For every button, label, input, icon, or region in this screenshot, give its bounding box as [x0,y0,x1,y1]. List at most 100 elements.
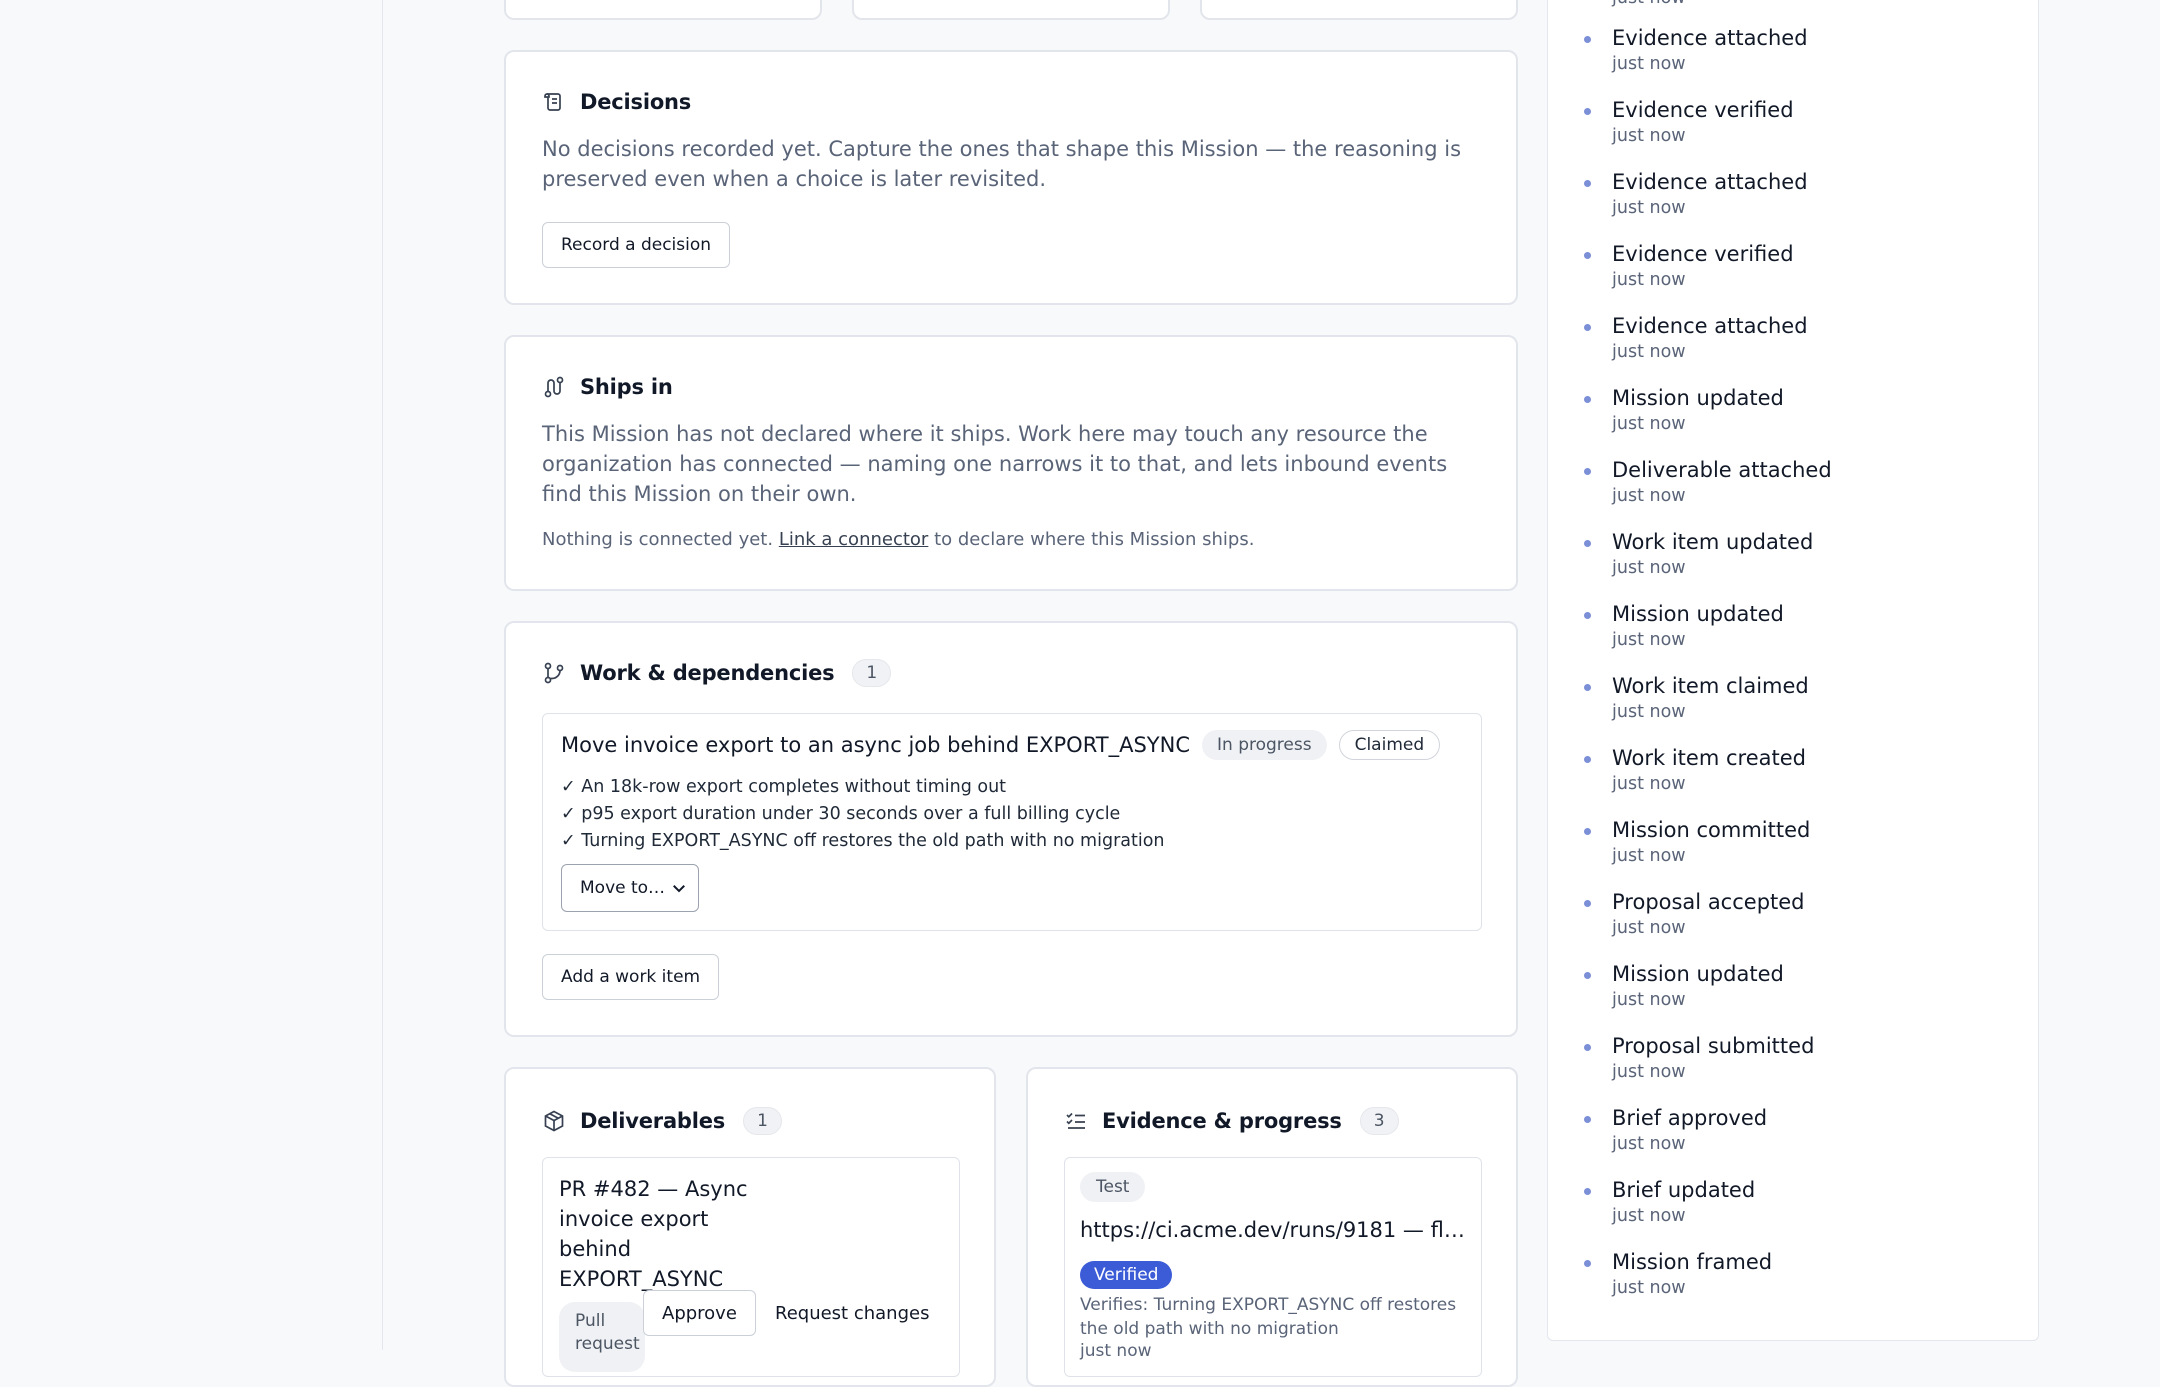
checklist-icon [1066,1112,1085,1129]
ships-in-card: Ships in This Mission has not declared w… [504,335,1518,591]
decisions-title: Decisions [580,90,692,114]
activity-item: Work item created just now [1584,743,2014,815]
activity-item: Mission updated just now [1584,959,2014,1031]
decisions-card: Decisions No decisions recorded yet. Cap… [504,50,1518,305]
activity-item: Mission committed just now [1584,815,2014,887]
timeline-dot [1584,1188,1591,1195]
evidence-url-link[interactable]: https://ci.acme.dev/runs/9181 — flag-off… [1080,1218,1476,1242]
verified-badge: Verified [1080,1261,1173,1289]
activity-label: Deliverable attached [1612,458,1832,482]
activity-label: Work item updated [1612,530,1814,554]
route-icon [544,376,564,398]
evidence-kind-badge: Test [1080,1172,1146,1202]
timeline-dot [1584,900,1591,907]
evidence-card: Evidence & progress 3 Test https://ci.ac… [1026,1067,1518,1387]
activity-time: just now [1612,846,1686,866]
ships-in-note-suffix: to declare where this Mission ships. [934,529,1255,550]
timeline-dot [1584,468,1591,475]
criterion-item: ✓ An 18k-row export completes without ti… [561,777,1007,797]
timeline-dot [1584,972,1591,979]
activity-time: just now [1612,990,1686,1010]
activity-item: Mission updated just now [1584,599,2014,671]
claimed-badge: Claimed [1338,730,1441,760]
activity-label: Proposal submitted [1612,1034,1815,1058]
evidence-verifies-text: Verifies: Turning EXPORT_ASYNC off resto… [1080,1295,1457,1339]
activity-time: just now [1612,414,1686,434]
activity-label: Mission updated [1612,602,1784,626]
activity-time: just now [1612,54,1686,74]
record-decision-button[interactable]: Record a decision [542,222,731,268]
move-to-select[interactable]: Move to… [561,864,699,912]
timeline-dot [1584,1044,1591,1051]
scroll-icon [544,93,561,111]
status-badge: In progress [1202,730,1327,760]
deliverables-header: Deliverables 1 [542,1107,782,1135]
activity-label: Evidence attached [1612,170,1808,194]
activity-item: Brief approved just now [1584,1103,2014,1175]
activity-label: Brief updated [1612,1178,1756,1202]
add-work-item-button[interactable]: Add a work item [542,954,720,1000]
activity-time: just now [1612,630,1686,650]
deliverables-card: Deliverables 1 PR #482 — Async invoice e… [504,1067,996,1387]
link-connector-link[interactable]: Link a connector [779,529,929,550]
ships-in-note-prefix: Nothing is connected yet. [542,529,774,550]
evidence-count-badge: 3 [1359,1107,1399,1135]
activity-time: just now [1612,702,1686,722]
activity-label: Mission framed [1612,1250,1773,1274]
activity-item: Deliverable attached just now [1584,455,2014,527]
decisions-description: No decisions recorded yet. Capture the o… [542,137,1462,191]
activity-item: Brief updated just now [1584,1175,2014,1247]
work-title: Work & dependencies [580,661,835,685]
activity-label: Work item claimed [1612,674,1809,698]
deliverables-count-badge: 1 [743,1107,782,1135]
activity-time: just now [1612,1134,1686,1154]
timeline-dot [1584,396,1591,403]
timeline-dot [1584,324,1591,331]
activity-time: just now [1612,918,1686,938]
summary-card-1 [504,0,822,20]
activity-item: Evidence verified just now [1584,95,2014,167]
timeline-dot [1584,252,1591,259]
activity-item: Proposal accepted just now [1584,887,2014,959]
evidence-title: Evidence & progress [1102,1109,1342,1133]
request-changes-button[interactable]: Request changes [763,1290,941,1336]
ships-in-note: Nothing is connected yet. Link a connect… [542,529,1254,550]
activity-item: Mission framed just now [1584,1247,2014,1319]
summary-card-3 [1200,0,1518,20]
timeline-dot [1584,684,1591,691]
activity-time: just now [1612,342,1686,362]
ships-in-description: This Mission has not declared where it s… [542,422,1448,506]
timeline-dot [1584,180,1591,187]
activity-label: Evidence verified [1612,98,1794,122]
chevron-down-icon [673,885,685,893]
activity-item: Work item updated just now [1584,527,2014,599]
summary-card-2 [852,0,1170,20]
evidence-header: Evidence & progress 3 [1064,1107,1399,1135]
move-to-select-value: Move to… [580,878,666,898]
approve-button[interactable]: Approve [643,1290,756,1336]
timeline-dot [1584,828,1591,835]
activity-item: Evidence verified just now [1584,239,2014,311]
activity-item: Evidence attached just now [1584,311,2014,383]
activity-item: Work item claimed just now [1584,671,2014,743]
acceptance-criteria: ✓ An 18k-row export completes without ti… [561,774,1165,855]
work-item-title[interactable]: Move invoice export to an async job behi… [561,733,1190,757]
timeline-dot [1584,1260,1591,1267]
activity-label: Work item created [1612,746,1806,770]
activity-label: Mission updated [1612,386,1784,410]
activity-item: Evidence attached just now [1584,167,2014,239]
timeline-dot [1584,540,1591,547]
timeline-dot [1584,36,1591,43]
activity-time: just now [1612,1062,1686,1082]
timeline-dot [1584,756,1591,763]
activity-sidebar: just now Evidence attached just now Evide… [1547,0,2039,1341]
activity-label: Mission committed [1612,818,1811,842]
activity-time: just now [1612,774,1686,794]
criterion-item: ✓ Turning EXPORT_ASYNC off restores the … [561,831,1165,851]
criterion-item: ✓ p95 export duration under 30 seconds o… [561,804,1121,824]
timeline-dot [1584,1116,1591,1123]
activity-time: just now [1612,270,1686,290]
activity-time: just now [1612,486,1686,506]
deliverable-title[interactable]: PR #482 — Async invoice export behind EX… [559,1174,759,1294]
activity-item: Mission updated just now [1584,383,2014,455]
